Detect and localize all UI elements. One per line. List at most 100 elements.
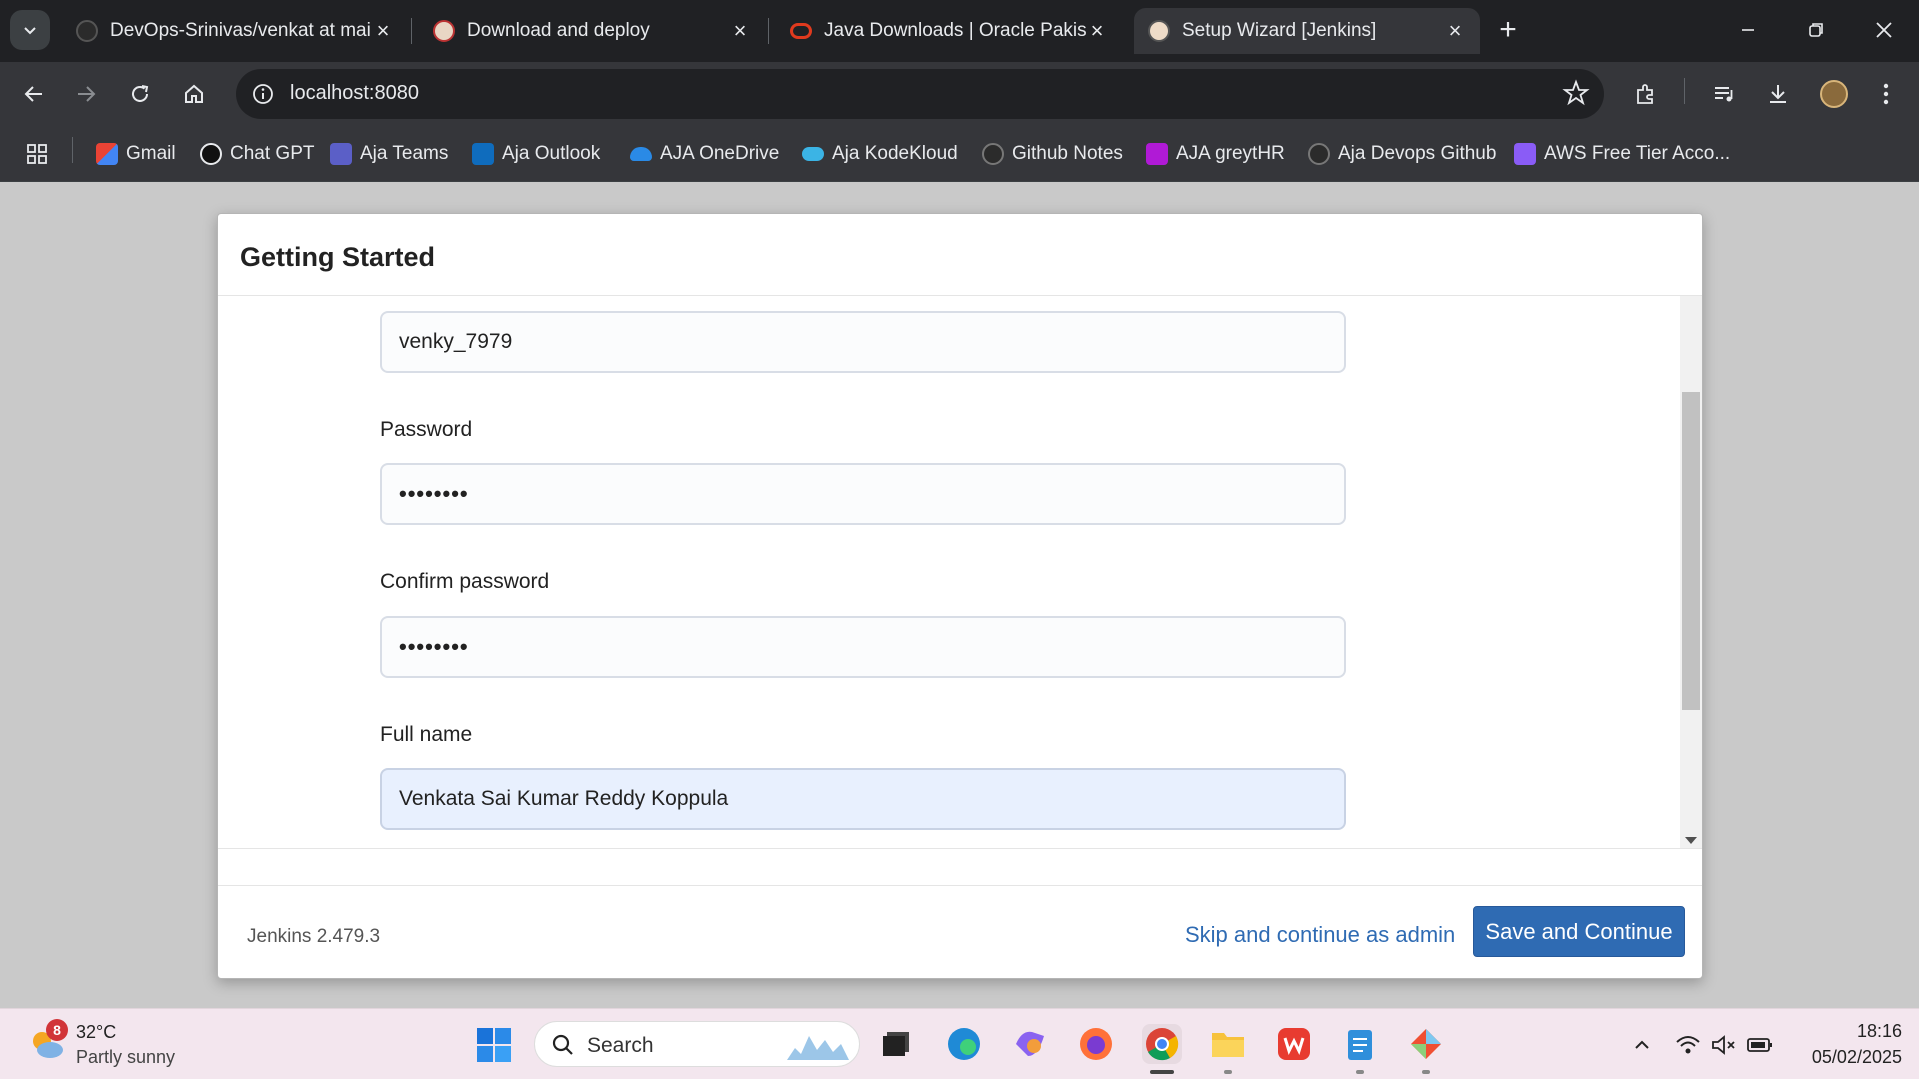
restore-button[interactable] [1796,10,1836,50]
scrollbar-thumb[interactable] [1682,392,1700,710]
username-field[interactable]: venky_7979 [380,311,1346,373]
bookmark-greythr[interactable]: AJA greytHR [1146,140,1285,168]
confirm-password-field[interactable]: •••••••• [380,616,1346,678]
password-label: Password [380,418,473,441]
bookmark-label: AJA greytHR [1176,143,1285,164]
edge-app[interactable] [944,1024,984,1064]
notepad-app[interactable] [1340,1024,1380,1074]
kodekloud-icon [802,147,824,161]
bookmark-gmail[interactable]: Gmail [96,140,176,168]
running-indicator [1422,1070,1430,1074]
tab-download-deploy[interactable]: Download and deploy × [419,8,765,54]
reload-button[interactable] [120,74,160,114]
jenkins-icon [433,20,455,42]
apps-button[interactable] [26,140,48,168]
volume-status[interactable] [1710,1031,1738,1059]
address-bar[interactable]: localhost:8080 [236,69,1604,119]
divider [218,885,1702,886]
task-view-icon [883,1032,909,1056]
wps-icon [1278,1028,1310,1060]
windows-start-icon[interactable] [476,1027,512,1063]
close-icon[interactable]: × [372,18,394,44]
dialog-header: Getting Started [218,214,1702,296]
volume-muted-icon [1712,1035,1735,1055]
battery-status[interactable] [1746,1031,1774,1059]
extensions-button[interactable] [1626,74,1666,114]
onedrive-icon [630,147,652,161]
bookmark-outlook[interactable]: Aja Outlook [472,140,600,168]
save-and-continue-button[interactable]: Save and Continue [1473,906,1685,957]
firefox-icon [1080,1028,1112,1060]
page-content: Getting Started venky_7979 Password ••••… [0,183,1919,1008]
github-icon [982,143,1004,165]
bookmark-teams[interactable]: Aja Teams [330,140,448,168]
bookmark-onedrive[interactable]: AJA OneDrive [630,140,779,168]
download-icon [1770,85,1786,103]
task-view-app[interactable] [876,1024,916,1064]
wifi-status[interactable] [1674,1031,1702,1059]
tab-java-downloads[interactable]: Java Downloads | Oracle Pakistan × [776,8,1122,54]
forward-button[interactable] [66,74,106,114]
running-indicator [1356,1070,1364,1074]
scroll-down-arrow-icon[interactable] [1685,837,1697,844]
bookmark-label: Github Notes [1012,143,1123,164]
profile-avatar[interactable] [1814,74,1854,114]
search-highlight-icon [787,1036,849,1060]
bookmark-label: Aja Devops Github [1338,143,1497,164]
firefox-app[interactable] [1076,1024,1116,1064]
password-field[interactable]: •••••••• [380,463,1346,525]
show-hidden-icons-button[interactable] [1628,1031,1656,1059]
tab-separator [411,18,412,44]
tab-search-button[interactable] [10,10,50,50]
full-name-field[interactable]: Venkata Sai Kumar Reddy Koppula [380,768,1346,830]
avatar-icon [1820,80,1848,108]
arrow-right-icon [78,86,96,102]
close-window-button[interactable] [1864,10,1904,50]
back-button[interactable] [14,74,54,114]
chrome-app[interactable] [1142,1024,1182,1074]
wps-office-app[interactable] [1274,1024,1314,1064]
site-info-icon[interactable] [246,77,280,111]
minimize-icon [1742,29,1754,31]
copilot-icon [1016,1031,1044,1056]
chevron-down-icon [24,27,36,35]
close-icon[interactable]: × [729,18,751,44]
clock-time[interactable]: 18:16 [1840,1021,1902,1042]
home-button[interactable] [174,74,214,114]
tab-title: Download and deploy [467,20,650,41]
confirm-password-label: Confirm password [380,570,550,593]
bookmark-github-notes[interactable]: Github Notes [982,140,1123,168]
tab-setup-wizard[interactable]: Setup Wizard [Jenkins] × [1134,8,1480,54]
arrow-left-icon [24,86,42,102]
url-text[interactable]: localhost:8080 [290,82,419,105]
bookmark-label: Aja Outlook [502,143,601,164]
git-app[interactable] [1406,1024,1446,1074]
clock-date[interactable]: 05/02/2025 [1796,1047,1902,1068]
media-control-button[interactable] [1704,74,1744,114]
minimize-button[interactable] [1728,10,1768,50]
bookmarks-separator [72,137,73,163]
tab-github[interactable]: DevOps-Srinivas/venkat at main × [62,8,408,54]
bookmark-kodekloud[interactable]: Aja KodeKloud [802,140,958,168]
divider [218,848,1702,849]
dialog-scrollbar[interactable] [1680,296,1702,848]
search-icon [552,1034,573,1055]
restore-icon [1809,23,1823,37]
outlook-icon [472,143,494,165]
bookmark-aws[interactable]: AWS Free Tier Acco... [1514,140,1730,168]
file-explorer-app[interactable] [1208,1024,1248,1074]
copilot-app[interactable] [1010,1024,1050,1064]
taskbar-search-box[interactable]: Search [534,1021,860,1067]
close-icon[interactable]: × [1086,18,1108,44]
bookmark-chatgpt[interactable]: Chat GPT [200,140,314,168]
new-tab-button[interactable]: + [1490,12,1526,48]
edge-icon [948,1028,980,1060]
oracle-icon [790,23,812,39]
menu-button[interactable] [1866,74,1906,114]
toolbar-separator [1684,78,1685,104]
bookmark-star-icon[interactable] [1562,79,1590,112]
downloads-button[interactable] [1758,74,1798,114]
close-icon[interactable]: × [1444,18,1466,44]
skip-continue-admin-link[interactable]: Skip and continue as admin [1185,922,1455,948]
bookmark-devops-github[interactable]: Aja Devops Github [1308,140,1496,168]
